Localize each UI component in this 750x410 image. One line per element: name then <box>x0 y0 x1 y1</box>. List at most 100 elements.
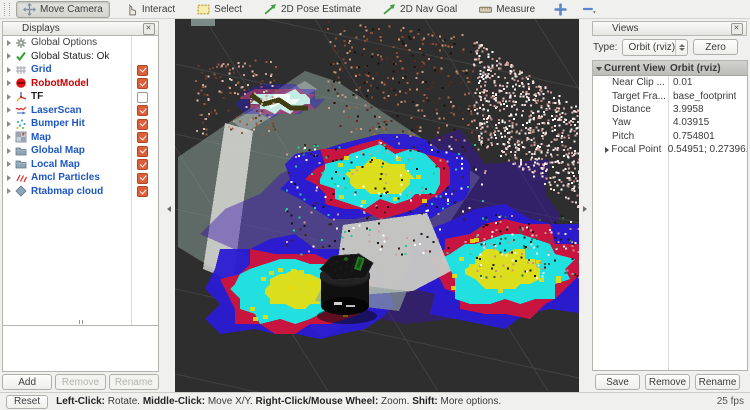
enabled-checkbox[interactable] <box>137 173 148 184</box>
enabled-checkbox[interactable] <box>137 146 148 157</box>
enabled-checkbox[interactable] <box>137 132 148 143</box>
add-tool-button[interactable] <box>550 1 571 18</box>
view-property-row[interactable]: Distance3.9958 <box>593 103 747 116</box>
pose-estimate-tool-label: 2D Pose Estimate <box>281 4 361 15</box>
3d-viewport[interactable] <box>175 19 579 392</box>
views-panel-titlebar: Views <box>592 21 747 36</box>
display-item-rtabmap-cloud[interactable]: Rtabmap cloud <box>3 185 158 199</box>
view-type-row: Type: Orbit (rviz) Zero <box>593 38 738 56</box>
remove-display-button[interactable]: Remove <box>55 374 105 390</box>
check-icon <box>15 50 27 62</box>
fps-counter: 25 fps <box>717 396 744 407</box>
view-property-row[interactable]: Pitch0.754801 <box>593 130 747 143</box>
rviz-window: Move Camera Interact Select 2D Pose Estimat… <box>0 0 750 410</box>
display-item-global-status[interactable]: Global Status: Ok <box>3 50 158 64</box>
type-label: Type: <box>593 42 617 53</box>
expand-arrow-icon[interactable] <box>6 106 15 114</box>
splitter-collapse-icon[interactable] <box>164 205 172 214</box>
expand-arrow-icon[interactable] <box>6 52 15 60</box>
display-item-map[interactable]: Map <box>3 131 158 145</box>
enabled-checkbox[interactable] <box>137 78 148 89</box>
property-value[interactable]: 0.01 <box>668 77 692 88</box>
property-name: Near Clip ... <box>612 77 668 88</box>
pose-estimate-tool[interactable]: 2D Pose Estimate <box>257 1 368 18</box>
enabled-checkbox[interactable] <box>137 159 148 170</box>
enabled-checkbox[interactable] <box>137 92 148 103</box>
view-property-row[interactable]: Yaw4.03915 <box>593 116 747 129</box>
zero-button[interactable]: Zero <box>693 39 738 55</box>
displays-panel-icon <box>6 23 18 35</box>
display-item-label: Amcl Particles <box>31 172 100 183</box>
property-value[interactable]: 4.03915 <box>668 117 709 128</box>
expand-arrow-icon[interactable] <box>6 93 15 101</box>
status-hint-desc: Rotate. <box>105 396 143 407</box>
remove-view-button[interactable]: Remove <box>645 374 690 390</box>
select-tool[interactable]: Select <box>190 1 249 18</box>
nav-goal-tool-label: 2D Nav Goal <box>400 4 457 15</box>
property-value[interactable]: base_footprint <box>668 91 736 102</box>
display-item-bumper-hit[interactable]: Bumper Hit <box>3 117 158 131</box>
display-item-tf[interactable]: TF <box>3 90 158 104</box>
interact-tool[interactable]: Interact <box>118 1 182 18</box>
current-view-header[interactable]: Current View Orbit (rviz) <box>593 61 747 76</box>
cloud-icon <box>15 185 27 197</box>
property-value[interactable]: 3.9958 <box>668 104 704 115</box>
display-item-amcl-particles[interactable]: Amcl Particles <box>3 171 158 185</box>
property-value[interactable]: 0.754801 <box>668 131 715 142</box>
remove-tool-button[interactable] <box>579 1 600 18</box>
expand-arrow-icon[interactable] <box>6 39 15 47</box>
toolbar-drag-handle[interactable] <box>4 3 10 16</box>
expand-arrow-icon[interactable] <box>6 174 15 182</box>
dropdown-spinner-icon[interactable] <box>675 40 687 55</box>
displays-panel-title: Displays <box>22 23 60 34</box>
rename-view-button[interactable]: Rename <box>695 374 740 390</box>
expand-arrow-icon[interactable] <box>6 66 15 74</box>
expand-arrow-icon[interactable] <box>6 187 15 195</box>
reset-button[interactable]: Reset <box>6 395 48 409</box>
display-item-grid[interactable]: Grid <box>3 63 158 77</box>
expand-arrow-icon[interactable] <box>604 146 611 154</box>
expand-arrow-icon[interactable] <box>6 120 15 128</box>
expand-arrow-icon[interactable] <box>6 160 15 168</box>
view-property-row[interactable]: Target Fra...base_footprint <box>593 89 747 102</box>
nav-goal-tool[interactable]: 2D Nav Goal <box>376 1 464 18</box>
display-item-label: LaserScan <box>31 105 82 116</box>
view-property-row[interactable]: Near Clip ...0.01 <box>593 76 747 89</box>
bumper-icon <box>15 118 27 130</box>
close-icon[interactable] <box>731 23 743 35</box>
display-item-global-options[interactable]: Global Options <box>3 36 158 50</box>
expand-arrow-icon[interactable] <box>6 147 15 155</box>
property-value[interactable]: 0.54951; 0.27396... <box>663 144 747 155</box>
displays-panel: Displays Global OptionsGlobal Status: Ok… <box>0 19 162 392</box>
display-item-global-map[interactable]: Global Map <box>3 144 158 158</box>
views-panel: Views Type: Orbit (rviz) Zero Current Vi… <box>590 19 750 392</box>
splitter-collapse-icon[interactable] <box>581 205 589 214</box>
display-item-robotmodel[interactable]: RobotModel <box>3 77 158 91</box>
views-tree: Current View Orbit (rviz) Near Clip ...0… <box>592 60 748 371</box>
view-property-row[interactable]: Focal Point0.54951; 0.27396... <box>593 143 747 156</box>
expand-arrow-icon[interactable] <box>6 79 15 87</box>
save-view-button[interactable]: Save <box>595 374 640 390</box>
left-panel-splitter[interactable] <box>162 19 175 392</box>
plus-icon <box>554 3 567 16</box>
enabled-checkbox[interactable] <box>137 119 148 130</box>
grid-icon <box>15 64 27 76</box>
move-camera-tool[interactable]: Move Camera <box>16 1 110 18</box>
collapse-arrow-icon[interactable] <box>596 64 604 72</box>
view-type-dropdown[interactable]: Orbit (rviz) <box>622 39 688 56</box>
display-item-label: Rtabmap cloud <box>31 186 103 197</box>
enabled-checkbox[interactable] <box>137 186 148 197</box>
status-hints: Left-Click: Rotate. Middle-Click: Move X… <box>56 396 709 407</box>
add-display-button[interactable]: Add <box>2 374 52 390</box>
close-icon[interactable] <box>143 23 155 35</box>
rename-display-button[interactable]: Rename <box>109 374 159 390</box>
property-value: Orbit (rviz) <box>665 63 721 74</box>
measure-tool[interactable]: Measure <box>472 1 542 18</box>
enabled-checkbox[interactable] <box>137 65 148 76</box>
enabled-checkbox[interactable] <box>137 105 148 116</box>
display-item-laserscan[interactable]: LaserScan <box>3 104 158 118</box>
display-item-local-map[interactable]: Local Map <box>3 158 158 172</box>
right-panel-splitter[interactable] <box>579 19 590 392</box>
expand-arrow-icon[interactable] <box>6 133 15 141</box>
select-box-icon <box>197 3 210 16</box>
